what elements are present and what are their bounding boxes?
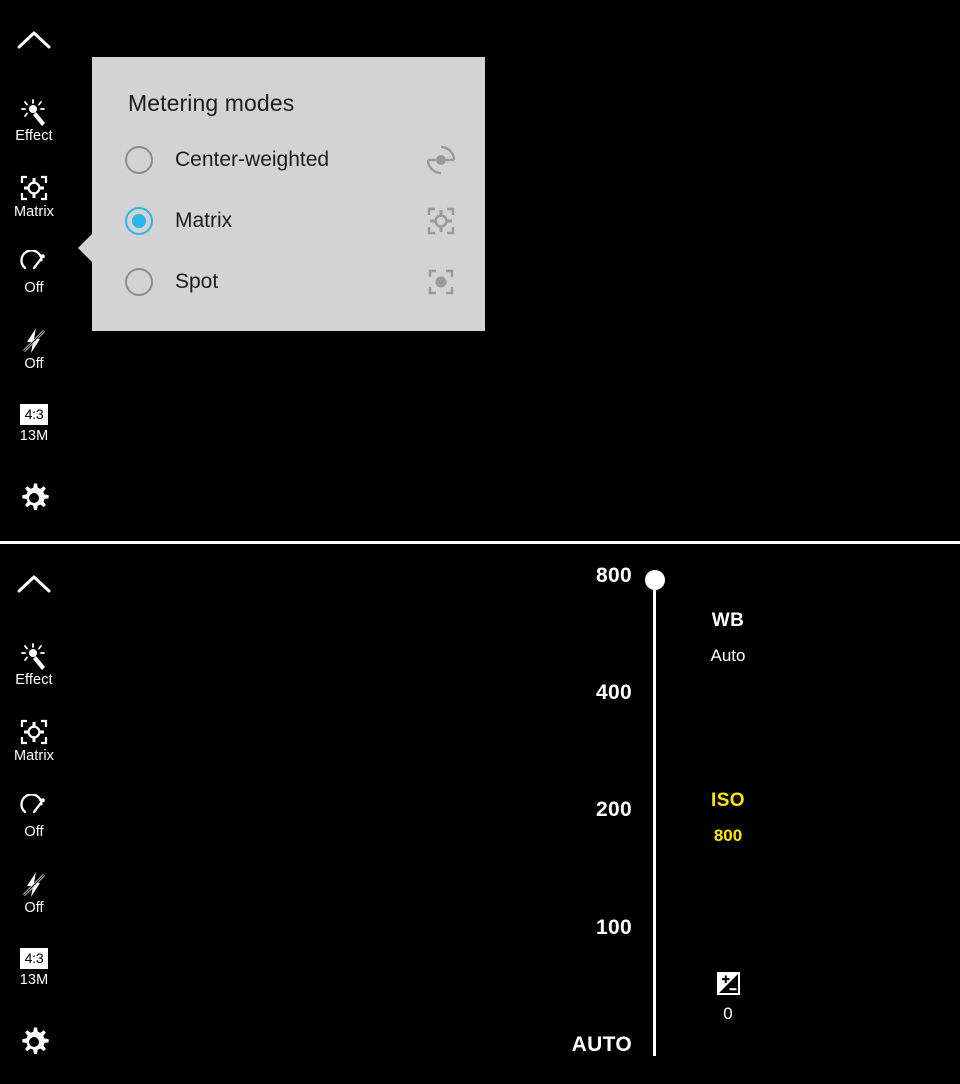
spot-metering-icon [425,266,457,298]
camera-panel-settings: Effect Matrix Off Off 4:3 13M Metering m… [0,0,960,541]
sidebar-item-resolution[interactable]: 4:3 13M [0,404,68,445]
iso-label: ISO [711,790,745,811]
sidebar-item-effect-label: Effect [15,672,53,688]
metering-option-matrix[interactable]: Matrix [92,199,485,245]
sidebar-item-flash-label: Off [24,900,44,916]
iso-slider-track[interactable] [653,580,656,1056]
sidebar-item-effect-label: Effect [15,128,53,144]
aspect-ratio-badge: 4:3 [19,404,49,425]
right-controls-bottom: MODE [784,544,960,1084]
sidebar-item-flash[interactable]: Off [0,870,68,917]
iso-tick-400[interactable]: 400 [520,681,632,705]
flash-off-icon [0,326,68,356]
metering-modes-dialog[interactable]: Metering modes Center-weighted Matrix Sp… [78,57,485,331]
sidebar-item-self-timer[interactable]: Off [0,250,68,297]
sidebar-item-self-timer[interactable]: Off [0,794,68,841]
sidebar-item-metering-label: Matrix [13,204,55,220]
effect-sun-icon [0,642,68,672]
sidebar-item-flash-label: Off [24,356,44,372]
timer-icon [0,250,68,280]
exposure-compensation-icon [716,972,741,1000]
sidebar-item-metering-label: Matrix [13,748,55,764]
iso-tick-800[interactable]: 800 [520,564,632,588]
gear-icon [0,1026,68,1056]
exposure-compensation-control[interactable]: 0 [668,971,788,1023]
gear-icon [0,482,68,512]
sidebar-item-flash[interactable]: Off [0,326,68,373]
dialog-pointer [78,234,92,262]
iso-tick-auto[interactable]: AUTO [500,1033,632,1057]
radio-spot[interactable] [125,268,153,296]
sidebar-item-resolution-label: 13M [19,972,49,988]
chevron-up-icon [0,28,68,58]
center-weighted-metering-icon [425,144,457,176]
metering-option-spot[interactable]: Spot [92,260,485,306]
sidebar-item-metering[interactable]: Matrix [0,174,68,221]
sidebar-top: Effect Matrix Off Off 4:3 13M [0,0,68,541]
aspect-ratio-badge: 4:3 [19,948,49,969]
white-balance-label: WB [711,610,745,631]
metering-option-label: Center-weighted [175,148,330,171]
sidebar-bottom: Effect Matrix Off Off 4:3 13M [0,544,68,1084]
metering-option-center-weighted[interactable]: Center-weighted [92,138,485,184]
right-controls-top: MODE [784,0,960,541]
sidebar-item-metering[interactable]: Matrix [0,718,68,765]
iso-value: 800 [713,826,743,845]
iso-tick-200[interactable]: 200 [520,798,632,822]
sidebar-item-settings[interactable] [0,482,68,512]
sidebar-item-self-timer-label: Off [24,280,44,296]
iso-control[interactable]: ISO 800 [668,790,788,846]
sidebar-item-resolution[interactable]: 4:3 13M [0,948,68,989]
sidebar-item-effect[interactable]: Effect [0,642,68,689]
sidebar-collapse-button[interactable] [0,28,68,58]
matrix-metering-icon [0,174,68,204]
metering-option-label: Spot [175,270,219,293]
radio-center-weighted[interactable] [125,146,153,174]
sidebar-item-resolution-label: 13M [19,428,49,444]
flash-off-icon [0,870,68,900]
radio-matrix[interactable] [125,207,153,235]
sidebar-item-self-timer-label: Off [24,824,44,840]
iso-tick-100[interactable]: 100 [520,916,632,940]
exposure-compensation-value: 0 [723,1004,733,1023]
sidebar-item-effect[interactable]: Effect [0,98,68,145]
sidebar-item-settings[interactable] [0,1026,68,1056]
camera-panel-manual: Effect Matrix Off Off 4:3 13M 800 400 20… [0,544,960,1084]
white-balance-control[interactable]: WB Auto [668,610,788,666]
white-balance-value: Auto [710,646,746,665]
sidebar-collapse-button[interactable] [0,572,68,602]
dialog-title: Metering modes [128,90,295,116]
matrix-metering-icon [425,205,457,237]
matrix-metering-icon [0,718,68,748]
metering-option-label: Matrix [175,209,233,232]
effect-sun-icon [0,98,68,128]
chevron-up-icon [0,572,68,602]
timer-icon [0,794,68,824]
iso-slider-handle[interactable] [645,570,665,590]
